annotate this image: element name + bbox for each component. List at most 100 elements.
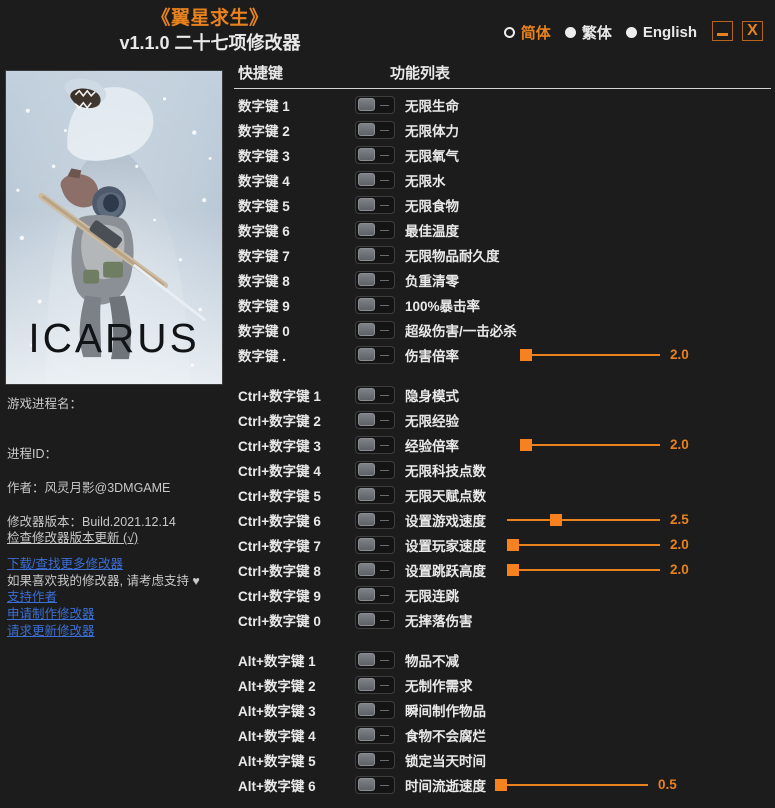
table-row: Ctrl+数字键 3 经验倍率 2.0	[230, 432, 775, 457]
minimize-button[interactable]	[712, 21, 733, 41]
table-row: Ctrl+数字键 2 无限经验	[230, 407, 775, 432]
cheat-label: 无限生命	[405, 98, 459, 114]
cheat-toggle[interactable]	[355, 750, 395, 769]
cheat-label: 设置游戏速度	[405, 513, 486, 529]
toggle-knob	[358, 298, 375, 311]
toggle-tick-icon	[380, 179, 389, 181]
slider-knob[interactable]	[520, 439, 532, 451]
toggle-knob	[358, 123, 375, 136]
toggle-tick-icon	[380, 354, 389, 356]
cheat-toggle[interactable]	[355, 485, 395, 504]
cheat-toggle[interactable]	[355, 120, 395, 139]
cheat-toggle[interactable]	[355, 270, 395, 289]
cheat-toggle[interactable]	[355, 410, 395, 429]
hotkey-label: Ctrl+数字键 8	[238, 563, 321, 579]
table-row: Alt+数字键 5 锁定当天时间	[230, 747, 775, 772]
table-row: 数字键 7 无限物品耐久度	[230, 242, 775, 267]
lang-option-traditional[interactable]: 繁体	[564, 22, 612, 43]
cheat-toggle[interactable]	[355, 725, 395, 744]
close-icon: X	[747, 22, 758, 39]
cheat-toggle[interactable]	[355, 585, 395, 604]
slider-value: 2.0	[670, 347, 689, 362]
toggle-tick-icon	[380, 129, 389, 131]
cheat-toggle[interactable]	[355, 510, 395, 529]
close-button[interactable]: X	[742, 21, 763, 41]
slider-track	[520, 443, 660, 446]
slider-knob[interactable]	[549, 514, 562, 526]
table-row: Alt+数字键 2 无制作需求	[230, 672, 775, 697]
slider-knob[interactable]	[507, 539, 519, 551]
cheat-toggle[interactable]	[355, 320, 395, 339]
cheat-toggle[interactable]	[355, 220, 395, 239]
toggle-tick-icon	[380, 709, 389, 711]
cheat-toggle[interactable]	[355, 775, 395, 794]
slider-knob[interactable]	[495, 779, 507, 791]
table-row: Ctrl+数字键 7 设置玩家速度 2.0	[230, 532, 775, 557]
cheat-toggle[interactable]	[355, 650, 395, 669]
toggle-tick-icon	[380, 154, 389, 156]
table-row: Ctrl+数字键 9 无限连跳	[230, 582, 775, 607]
request-update-link[interactable]: 请求更新修改器	[7, 623, 229, 640]
toggle-knob	[358, 653, 375, 666]
cheat-toggle[interactable]	[355, 460, 395, 479]
lang-label-english: English	[642, 24, 697, 41]
hotkey-label: 数字键 8	[238, 273, 290, 289]
process-info: 游戏进程名： 进程ID： 作者：风灵月影@3DMGAME 修改器版本：Build…	[7, 396, 229, 640]
toggle-knob	[358, 323, 375, 336]
slider-knob[interactable]	[520, 349, 532, 361]
cheat-label: 超级伤害/一击必杀	[405, 323, 517, 339]
value-slider[interactable]	[507, 511, 660, 529]
cheat-toggle[interactable]	[355, 295, 395, 314]
hotkey-label: 数字键 0	[238, 323, 290, 339]
download-more-trainers-link[interactable]: 下载/查找更多修改器	[7, 556, 229, 573]
toggle-tick-icon	[380, 544, 389, 546]
hotkey-label: Ctrl+数字键 7	[238, 538, 321, 554]
request-trainer-link[interactable]: 申请制作修改器	[7, 606, 229, 623]
cheat-toggle[interactable]	[355, 675, 395, 694]
cheat-toggle[interactable]	[355, 560, 395, 579]
cover-illustration: ICARUS	[6, 71, 222, 384]
cheat-label: 食物不会腐烂	[405, 728, 486, 744]
toggle-knob	[358, 588, 375, 601]
value-slider[interactable]	[520, 346, 660, 364]
toggle-knob	[358, 538, 375, 551]
value-slider[interactable]	[507, 536, 660, 554]
slider-knob[interactable]	[507, 564, 519, 576]
check-update-link[interactable]: 检查修改器版本更新 (√)	[7, 530, 229, 547]
cheat-rows: 数字键 1 无限生命 数字键 2 无限体力 数字键 3 无限氧气 数字键 4 无限水 数字键 5…	[230, 92, 775, 797]
cheat-toggle[interactable]	[355, 95, 395, 114]
table-row: Alt+数字键 3 瞬间制作物品	[230, 697, 775, 722]
cheat-toggle[interactable]	[355, 700, 395, 719]
cheat-toggle[interactable]	[355, 435, 395, 454]
hotkey-label: Ctrl+数字键 0	[238, 613, 321, 629]
cheat-label: 时间流逝速度	[405, 778, 486, 794]
lang-option-simplified[interactable]: 简体	[503, 22, 551, 43]
cheat-label: 设置跳跃高度	[405, 563, 486, 579]
support-author-link[interactable]: 支持作者	[7, 589, 229, 606]
toggle-knob	[358, 703, 375, 716]
toggle-tick-icon	[380, 759, 389, 761]
hotkey-label: 数字键 1	[238, 98, 290, 114]
slider-value: 2.0	[670, 562, 689, 577]
value-slider[interactable]	[520, 436, 660, 454]
cheat-toggle[interactable]	[355, 170, 395, 189]
trainer-window: 《翼星求生》 v1.1.0 二十七项修改器 简体 繁体 English X IC…	[0, 0, 775, 808]
cheat-toggle[interactable]	[355, 385, 395, 404]
table-row: Alt+数字键 4 食物不会腐烂	[230, 722, 775, 747]
cheat-toggle[interactable]	[355, 145, 395, 164]
cheat-toggle[interactable]	[355, 610, 395, 629]
toggle-knob	[358, 613, 375, 626]
cheat-toggle[interactable]	[355, 345, 395, 364]
cheat-toggle[interactable]	[355, 535, 395, 554]
hotkey-label: 数字键 7	[238, 248, 290, 264]
table-row: 数字键 8 负重清零	[230, 267, 775, 292]
table-row: Ctrl+数字键 4 无限科技点数	[230, 457, 775, 482]
lang-label-traditional: 繁体	[581, 25, 612, 42]
lang-option-english[interactable]: English	[625, 24, 697, 41]
value-slider[interactable]	[495, 776, 648, 794]
hotkey-label: 数字键 2	[238, 123, 290, 139]
slider-value: 0.5	[658, 777, 677, 792]
value-slider[interactable]	[507, 561, 660, 579]
cheat-toggle[interactable]	[355, 195, 395, 214]
cheat-toggle[interactable]	[355, 245, 395, 264]
